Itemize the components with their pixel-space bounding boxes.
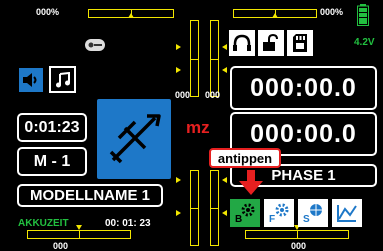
model-name[interactable]: MODELLNAME 1 [17, 184, 163, 207]
left-vertical-trim-bar[interactable] [190, 20, 199, 97]
clock-display[interactable]: 0:01:23 [17, 113, 87, 142]
gear-f-icon[interactable]: F [264, 199, 294, 227]
graph-icon[interactable] [332, 199, 362, 227]
mode-label: mz [186, 118, 210, 137]
timer-top[interactable]: 000:00.0 [230, 66, 377, 110]
top-right-trim-pct: 000% [320, 7, 344, 17]
right-vertical-trim-bar[interactable] [210, 20, 219, 97]
bottom-left-trim-value: 000 [53, 241, 69, 251]
akku-label: AKKUZEIT [18, 218, 69, 229]
battery-voltage: 4.2V [354, 37, 375, 48]
top-right-trim-bar[interactable] [233, 9, 317, 18]
akku-value: 00: 01: 23 [105, 218, 151, 229]
svg-text:B: B [235, 214, 242, 224]
airplane-icon[interactable] [97, 99, 171, 179]
music-note-icon[interactable] [49, 66, 76, 93]
svg-text:S: S [303, 214, 310, 224]
padlock-icon[interactable] [258, 30, 284, 56]
key-icon[interactable] [84, 36, 106, 54]
globe-s-icon[interactable]: S [298, 199, 328, 227]
bottom-right-trim-bar[interactable] [245, 225, 349, 239]
svg-text:F: F [269, 214, 275, 224]
model-memory[interactable]: M - 1 [17, 147, 87, 176]
left-lower-vertical-trim-bar[interactable] [190, 170, 199, 246]
left-vertical-trim-value: 000 [175, 90, 191, 100]
top-left-trim-pct: 000% [36, 7, 60, 17]
speaker-icon[interactable] [19, 68, 43, 92]
right-lower-vertical-trim-bar[interactable] [210, 170, 219, 246]
battery-icon [357, 4, 369, 26]
tap-callout: antippen [209, 148, 281, 168]
bottom-left-trim-bar[interactable] [27, 225, 131, 239]
bottom-right-trim-value: 000 [291, 241, 307, 251]
top-left-trim-bar[interactable] [88, 9, 174, 18]
right-vertical-trim-value: 000 [205, 90, 221, 100]
headphones-icon[interactable] [229, 30, 255, 56]
sd-card-icon[interactable] [287, 30, 313, 56]
arrow-down-icon [236, 170, 266, 196]
gear-b-icon[interactable]: B [230, 199, 260, 227]
